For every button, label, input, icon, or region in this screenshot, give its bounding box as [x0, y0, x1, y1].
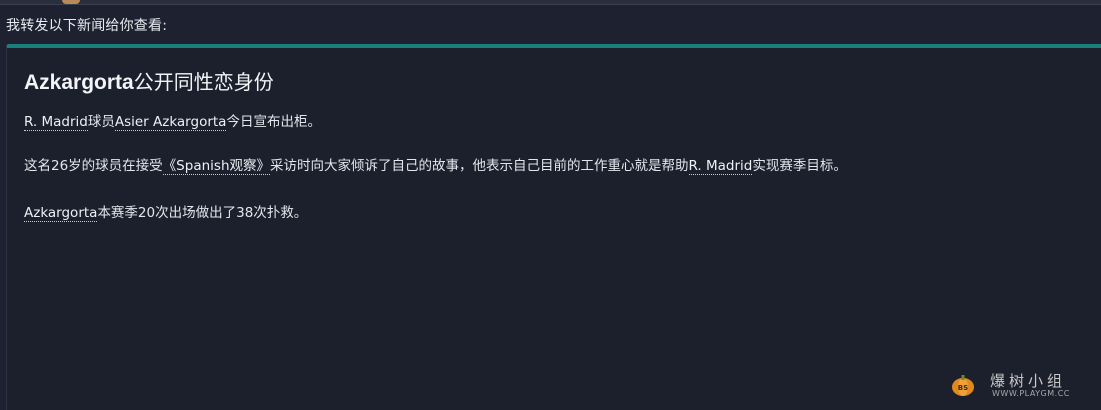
media-link[interactable]: 《Spanish观察》: [162, 158, 270, 175]
news-paragraph-1: R. Madrid球员Asier Azkargorta今日宣布出柜。: [24, 110, 321, 131]
watermark-url: WWW.PLAYGM.CC: [992, 389, 1070, 398]
player-link[interactable]: Azkargorta: [24, 205, 98, 222]
news-paragraph-3: Azkargorta本赛季20次出场做出了38次扑救。: [24, 201, 308, 222]
news-paragraph-2: 这名26岁的球员在接受《Spanish观察》采访时向大家倾诉了自己的故事，他表示…: [24, 154, 847, 175]
top-bar: [0, 0, 1101, 5]
news-card: Azkargorta公开同性恋身份 R. Madrid球员Asier Azkar…: [6, 44, 1101, 410]
headline-text: 公开同性恋身份: [133, 70, 274, 94]
club-link[interactable]: R. Madrid: [688, 158, 753, 175]
forward-intro-text: 我转发以下新闻给你查看:: [6, 18, 168, 34]
player-link[interactable]: Asier Azkargorta: [114, 114, 227, 131]
paragraph-text: 本赛季20次出场做出了38次扑救。: [97, 205, 308, 221]
paragraph-text: 实现赛季目标。: [752, 158, 847, 174]
pumpkin-logo-icon: BS: [952, 375, 974, 396]
paragraph-text: 这名26岁的球员在接受: [24, 158, 163, 174]
news-headline: Azkargorta公开同性恋身份: [24, 66, 274, 95]
paragraph-text: 今日宣布出柜。: [226, 114, 321, 130]
watermark: BS 爆树小组 WWW.PLAYGM.CC: [950, 370, 1085, 400]
watermark-text: 爆树小组: [990, 372, 1067, 390]
club-link[interactable]: R. Madrid: [24, 114, 88, 131]
headline-player-name: Azkargorta: [24, 71, 134, 94]
paragraph-text: 采访时向大家倾诉了自己的故事，他表示自己目前的工作重心就是帮助: [270, 158, 689, 174]
svg-text:BS: BS: [958, 384, 968, 392]
avatar[interactable]: [62, 0, 80, 4]
paragraph-text: 球员: [87, 114, 115, 130]
